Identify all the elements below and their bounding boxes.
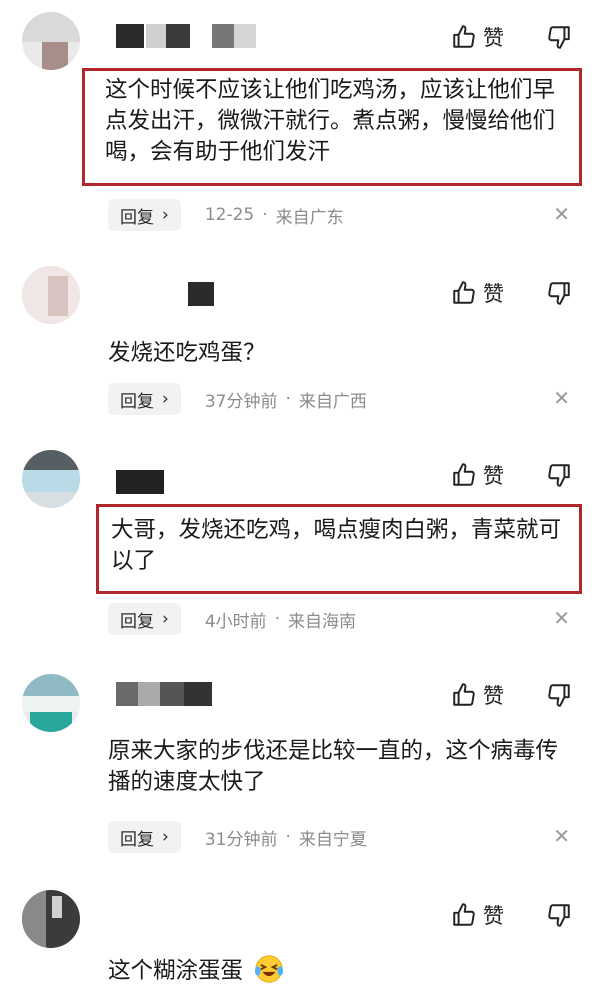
comment-text: 这个糊涂蛋蛋 [108, 958, 244, 984]
close-icon[interactable]: ✕ [553, 386, 570, 410]
thumb-down-icon [548, 904, 570, 927]
comment-location: 来自广东 [275, 207, 344, 228]
comment-location: 来自宁夏 [298, 829, 367, 850]
comment-meta: 回复 › 12-25 · 来自广东 [108, 198, 344, 232]
dislike-button[interactable] [546, 682, 572, 708]
thumb-up-icon [453, 463, 475, 486]
comment-time: 12-25 [204, 205, 255, 225]
reply-label: 回复 [120, 207, 154, 228]
chevron-right-icon: › [162, 827, 169, 847]
comment-location: 来自海南 [288, 611, 357, 632]
meta-separator: · [285, 389, 291, 409]
like-button[interactable]: 赞 [451, 900, 504, 930]
like-label: 赞 [483, 26, 504, 50]
close-icon[interactable]: ✕ [553, 606, 570, 630]
comment-item: 赞 原来大家的步伐还是比较一直的，这个病毒传播的速度太快了 回复 › 31分钟前… [0, 662, 600, 874]
avatar[interactable] [22, 450, 80, 508]
comment-actions: 赞 [451, 278, 572, 308]
thumb-up-icon [453, 903, 475, 926]
comment-text: 这个时候不应该让他们吃鸡汤，应该让他们早点发出汗，微微汗就行。煮点粥，慢慢给他们… [82, 68, 582, 186]
comment-actions: 赞 [451, 460, 572, 490]
dislike-button[interactable] [546, 280, 572, 306]
comment-meta: 回复 › 31分钟前 · 来自宁夏 [108, 820, 367, 854]
dislike-button[interactable] [546, 902, 572, 928]
reply-button[interactable]: 回复 › [108, 199, 181, 231]
comment-time: 4小时前 [204, 611, 267, 632]
reply-label: 回复 [120, 829, 154, 850]
meta-separator: · [262, 205, 268, 225]
avatar[interactable] [22, 12, 80, 70]
comment-item: 赞 这个时候不应该让他们吃鸡汤，应该让他们早点发出汗，微微汗就行。煮点粥，慢慢给… [0, 0, 600, 250]
comment-actions: 赞 [451, 900, 572, 930]
thumb-up-icon [453, 25, 475, 48]
thumb-down-icon [548, 464, 570, 487]
reply-label: 回复 [120, 391, 154, 412]
like-label: 赞 [483, 464, 504, 488]
thumb-up-icon [453, 683, 475, 706]
thumb-down-icon [548, 684, 570, 707]
chevron-right-icon: › [162, 609, 169, 629]
comment-text: 大哥，发烧还吃鸡，喝点瘦肉白粥，青菜就可以了 [96, 504, 582, 594]
reply-button[interactable]: 回复 › [108, 821, 181, 853]
comment-time: 37分钟前 [204, 391, 278, 412]
comment-location: 来自广西 [298, 391, 367, 412]
chevron-right-icon: › [162, 389, 169, 409]
meta-separator: · [274, 609, 281, 629]
dislike-button[interactable] [546, 462, 572, 488]
comment-item: 赞 这个糊涂蛋蛋 [0, 882, 600, 1002]
close-icon[interactable]: ✕ [553, 824, 570, 848]
like-button[interactable]: 赞 [451, 680, 504, 710]
comment-item: 赞 发烧还吃鸡蛋？ 回复 › 37分钟前 · 来自广西 ✕ [0, 258, 600, 438]
like-label: 赞 [483, 684, 504, 708]
reply-label: 回复 [120, 611, 154, 632]
like-button[interactable]: 赞 [451, 278, 504, 308]
comment-meta: 回复 › 37分钟前 · 来自广西 [108, 382, 367, 416]
comment-time: 31分钟前 [204, 829, 278, 850]
thumb-down-icon [548, 26, 570, 49]
chevron-right-icon: › [162, 205, 169, 225]
reply-button[interactable]: 回复 › [108, 383, 181, 415]
thumb-up-icon [453, 281, 475, 304]
comment-item: 赞 大哥，发烧还吃鸡，喝点瘦肉白粥，青菜就可以了 回复 › 4小时前 · 来自海… [0, 444, 600, 654]
reply-button[interactable]: 回复 › [108, 603, 181, 635]
thumb-down-icon [548, 282, 570, 305]
laughing-crying-emoji [255, 955, 284, 983]
comment-actions: 赞 [451, 680, 572, 710]
like-label: 赞 [483, 282, 504, 306]
meta-separator: · [285, 827, 291, 847]
close-icon[interactable]: ✕ [553, 202, 570, 226]
comment-text: 发烧还吃鸡蛋？ [108, 340, 266, 366]
like-label: 赞 [483, 904, 504, 928]
dislike-button[interactable] [546, 24, 572, 50]
like-button[interactable]: 赞 [451, 22, 504, 52]
like-button[interactable]: 赞 [451, 460, 504, 490]
avatar[interactable] [22, 266, 80, 324]
comment-actions: 赞 [451, 22, 572, 52]
avatar[interactable] [22, 674, 80, 732]
avatar[interactable] [22, 890, 80, 948]
comment-text-row: 这个糊涂蛋蛋 [108, 954, 576, 987]
comment-meta: 回复 › 4小时前 · 来自海南 [108, 602, 356, 636]
comment-text: 原来大家的步伐还是比较一直的，这个病毒传播的速度太快了 [108, 738, 559, 795]
